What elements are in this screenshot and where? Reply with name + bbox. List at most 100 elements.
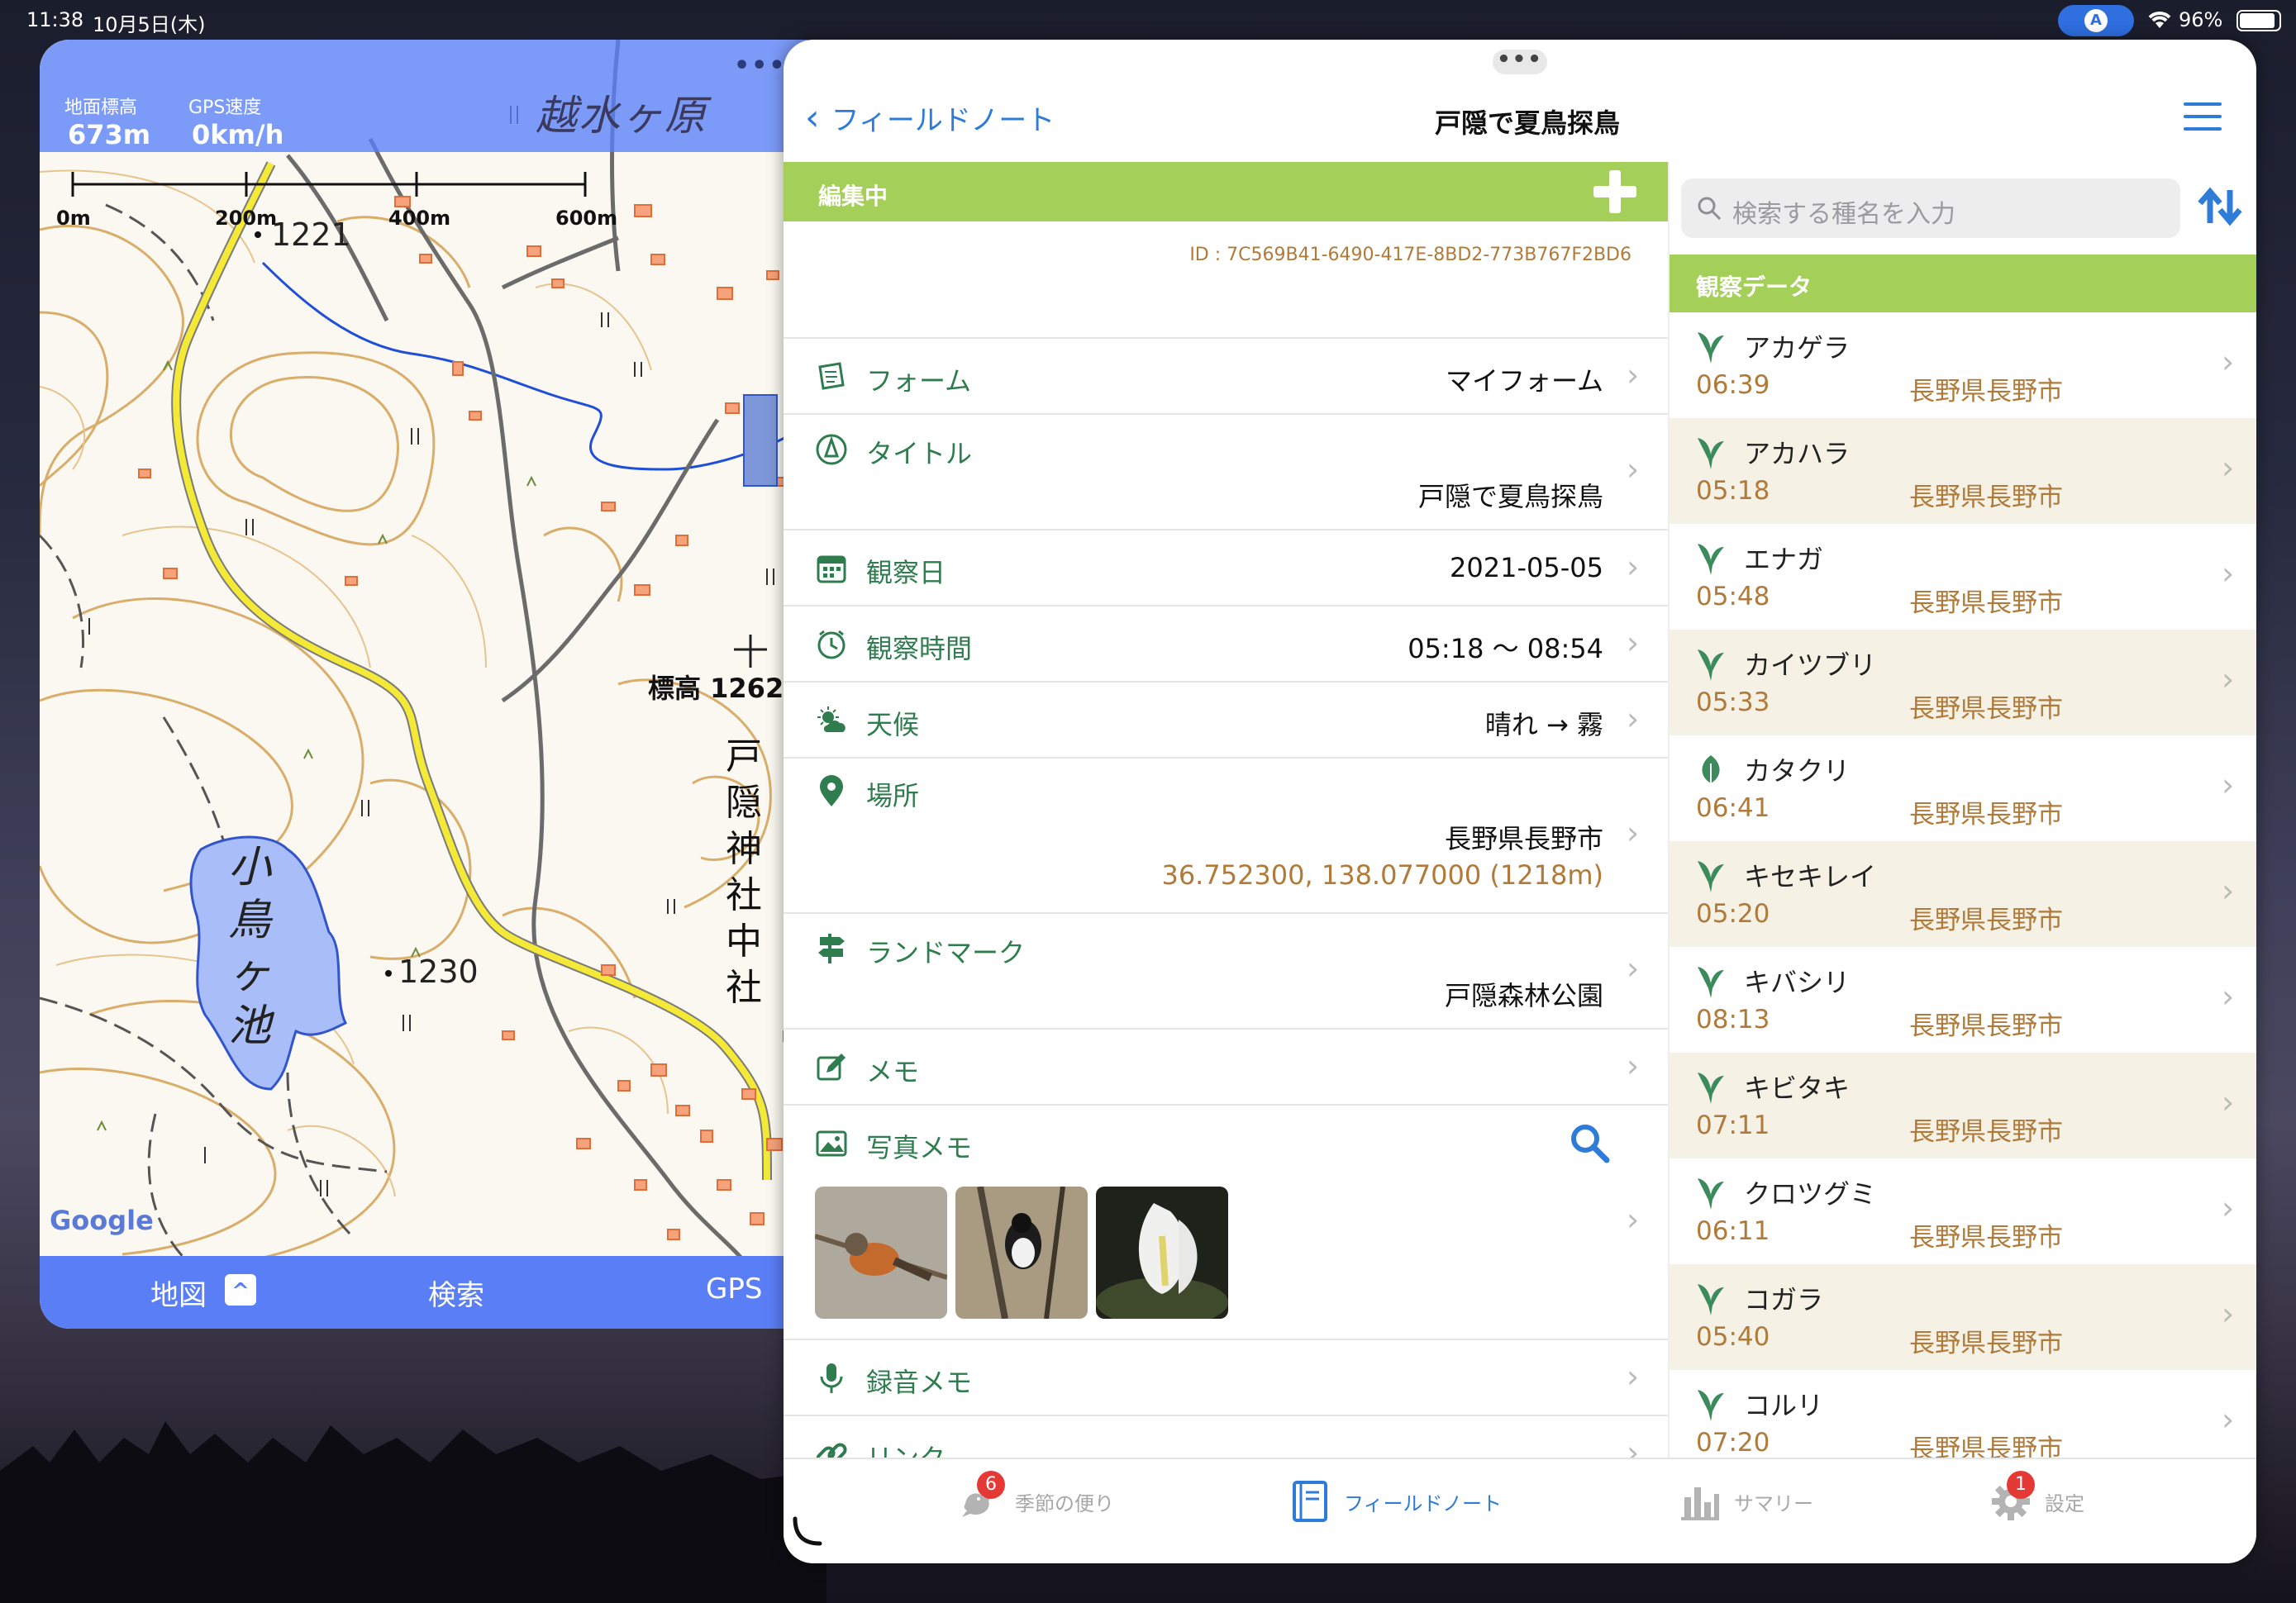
species-search-input[interactable]: 検索する種名を入力 (1681, 178, 2180, 238)
species-name: クロツグミ (1744, 1178, 1877, 1210)
chevron-right-icon: › (2222, 344, 2235, 380)
species-row[interactable]: エナガ 05:48 長野県長野市 › (1670, 524, 2256, 630)
add-icon[interactable] (1593, 170, 1636, 213)
photo-thumbnail[interactable] (955, 1187, 1088, 1319)
row-title[interactable]: タイトル 戸隠で夏鳥探鳥 › (784, 413, 1670, 529)
battery-icon (2236, 10, 2281, 31)
species-row[interactable]: キビタキ 07:11 長野県長野市 › (1670, 1053, 2256, 1158)
map-tab-button[interactable]: 地図 (150, 1272, 207, 1313)
back-label: フィールドノート (831, 104, 1055, 137)
map-label-1230: 1230 (398, 954, 479, 990)
title-value: 戸隠で夏鳥探鳥 (1417, 481, 1603, 512)
tab-summary-label: サマリー (1734, 1491, 1813, 1515)
species-name: アカゲラ (1744, 332, 1851, 364)
status-time: 11:38 (26, 8, 84, 31)
back-button[interactable]: ‹ フィールドノート (805, 98, 1055, 138)
species-row[interactable]: アカハラ 05:18 長野県長野市 › (1670, 418, 2256, 524)
note-detail-pane: 編集中 ID : 7C569B41-6490-417E-8BD2-773B767… (784, 162, 1670, 1458)
status-date: 10月5日(木) (93, 13, 206, 36)
species-time: 08:13 (1696, 1005, 1770, 1035)
window-resize-icon[interactable] (790, 1515, 823, 1548)
pin-icon (820, 775, 843, 806)
editing-bar: 編集中 (784, 162, 1670, 221)
photo-thumbnail[interactable] (815, 1187, 947, 1319)
location-indicator: A (2058, 5, 2134, 36)
photo-thumbnail[interactable] (1096, 1187, 1228, 1319)
species-name: コルリ (1744, 1390, 1824, 1421)
species-place: 長野県長野市 (1909, 694, 2063, 724)
row-link[interactable]: リンク › (784, 1415, 1670, 1458)
map-window[interactable]: 地面標高 673m GPS速度 0km/h ••• 越水ヶ原 0m 200m 4… (40, 40, 833, 1329)
chevron-right-icon: › (2222, 1084, 2235, 1120)
species-row[interactable]: カイツブリ 05:33 長野県長野市 › (1670, 630, 2256, 735)
tab-fieldnote[interactable]: フィールドノート (1288, 1479, 1502, 1524)
species-place: 長野県長野市 (1909, 588, 2063, 618)
window-grabber-icon[interactable]: ••• (1493, 49, 1547, 74)
place-value: 長野県長野市 (1444, 823, 1603, 854)
plant-icon (1694, 752, 1727, 788)
tab-season[interactable]: 6 季節の便り (959, 1471, 1114, 1524)
species-row[interactable]: クロツグミ 06:11 長野県長野市 › (1670, 1158, 2256, 1264)
photo-label: 写真メモ (866, 1132, 973, 1163)
species-row[interactable]: キバシリ 08:13 長野県長野市 › (1670, 947, 2256, 1053)
memo-label: メモ (866, 1056, 920, 1087)
chevron-right-icon: › (1627, 1201, 1640, 1238)
window-more-icon[interactable]: ••• (734, 51, 787, 80)
species-name: キセキレイ (1744, 861, 1877, 892)
search-tab-button[interactable]: 検索 (428, 1272, 484, 1313)
species-name: コガラ (1744, 1284, 1824, 1315)
row-audio[interactable]: 録音メモ › (784, 1339, 1670, 1415)
row-time[interactable]: 観察時間 05:18 〜 08:54 › (784, 605, 1670, 681)
chevron-right-icon: › (1627, 549, 1640, 585)
species-place: 長野県長野市 (1909, 377, 2063, 407)
sort-icon[interactable] (2195, 182, 2245, 231)
gps-tab-button[interactable]: GPS (706, 1272, 762, 1306)
chevron-up-icon[interactable]: ^ (225, 1274, 256, 1306)
species-time: 06:11 (1696, 1216, 1770, 1246)
species-row[interactable]: コルリ 07:20 長野県長野市 › (1670, 1370, 2256, 1458)
species-place: 長野県長野市 (1909, 483, 2063, 512)
row-form[interactable]: フォーム マイフォーム › (784, 337, 1670, 413)
audio-label: 録音メモ (866, 1367, 973, 1398)
tab-settings-label: 設定 (2045, 1491, 2084, 1515)
species-row[interactable]: コガラ 05:40 長野県長野市 › (1670, 1264, 2256, 1370)
magnifier-icon[interactable] (1569, 1122, 1610, 1163)
chevron-right-icon: › (2222, 1296, 2235, 1332)
species-time: 05:48 (1696, 582, 1770, 611)
bird-icon (1694, 435, 1727, 471)
link-label: リンク (866, 1438, 946, 1458)
clock-icon (817, 630, 846, 659)
chevron-right-icon: › (1627, 815, 1640, 851)
title-icon (816, 434, 847, 465)
row-date[interactable]: 観察日 2021-05-05 › (784, 529, 1670, 605)
tab-settings[interactable]: 1 設定 (1989, 1471, 2084, 1524)
form-label: フォーム (866, 365, 972, 397)
form-icon (818, 362, 845, 390)
observation-pane: 検索する種名を入力 観察データ アカゲラ 06:39 長野県長野市 › アカハラ 05:1… (1668, 162, 2256, 1458)
species-row[interactable]: キセキレイ 05:20 長野県長野市 › (1670, 841, 2256, 947)
row-landmark[interactable]: ランドマーク 戸隠森林公園 › (784, 912, 1670, 1028)
species-name: キバシリ (1744, 967, 1851, 998)
row-photo[interactable]: 写真メモ › (784, 1104, 1670, 1339)
weather-label: 天候 (866, 709, 920, 740)
bird-icon (1694, 646, 1727, 683)
scale-label-600: 600m (555, 207, 618, 230)
chevron-right-icon: › (2222, 450, 2235, 486)
row-memo[interactable]: メモ › (784, 1028, 1670, 1104)
bird-icon (1694, 963, 1727, 1000)
species-row[interactable]: アカゲラ 06:39 長野県長野市 › (1670, 312, 2256, 418)
map-bottom-bar: 地図 ^ 検索 GPS (40, 1256, 833, 1329)
place-coords: 36.752300, 138.077000 (1218m) (1161, 859, 1603, 891)
row-weather[interactable]: 天候 晴れ → 霧 › (784, 681, 1670, 757)
species-row[interactable]: カタクリ 06:41 長野県長野市 › (1670, 735, 2256, 841)
row-place[interactable]: 場所 長野県長野市 36.752300, 138.077000 (1218m) … (784, 757, 1670, 912)
signpost-icon (818, 934, 845, 963)
chevron-right-icon: › (1627, 1358, 1640, 1395)
chevron-right-icon: › (1627, 701, 1640, 737)
menu-icon[interactable] (2184, 102, 2222, 131)
speed-value: 0km/h (192, 119, 284, 150)
landmark-value: 戸隠森林公園 (1444, 980, 1603, 1011)
species-time: 06:41 (1696, 793, 1770, 823)
tab-summary[interactable]: サマリー (1678, 1479, 1813, 1524)
season-badge: 6 (977, 1471, 1005, 1499)
